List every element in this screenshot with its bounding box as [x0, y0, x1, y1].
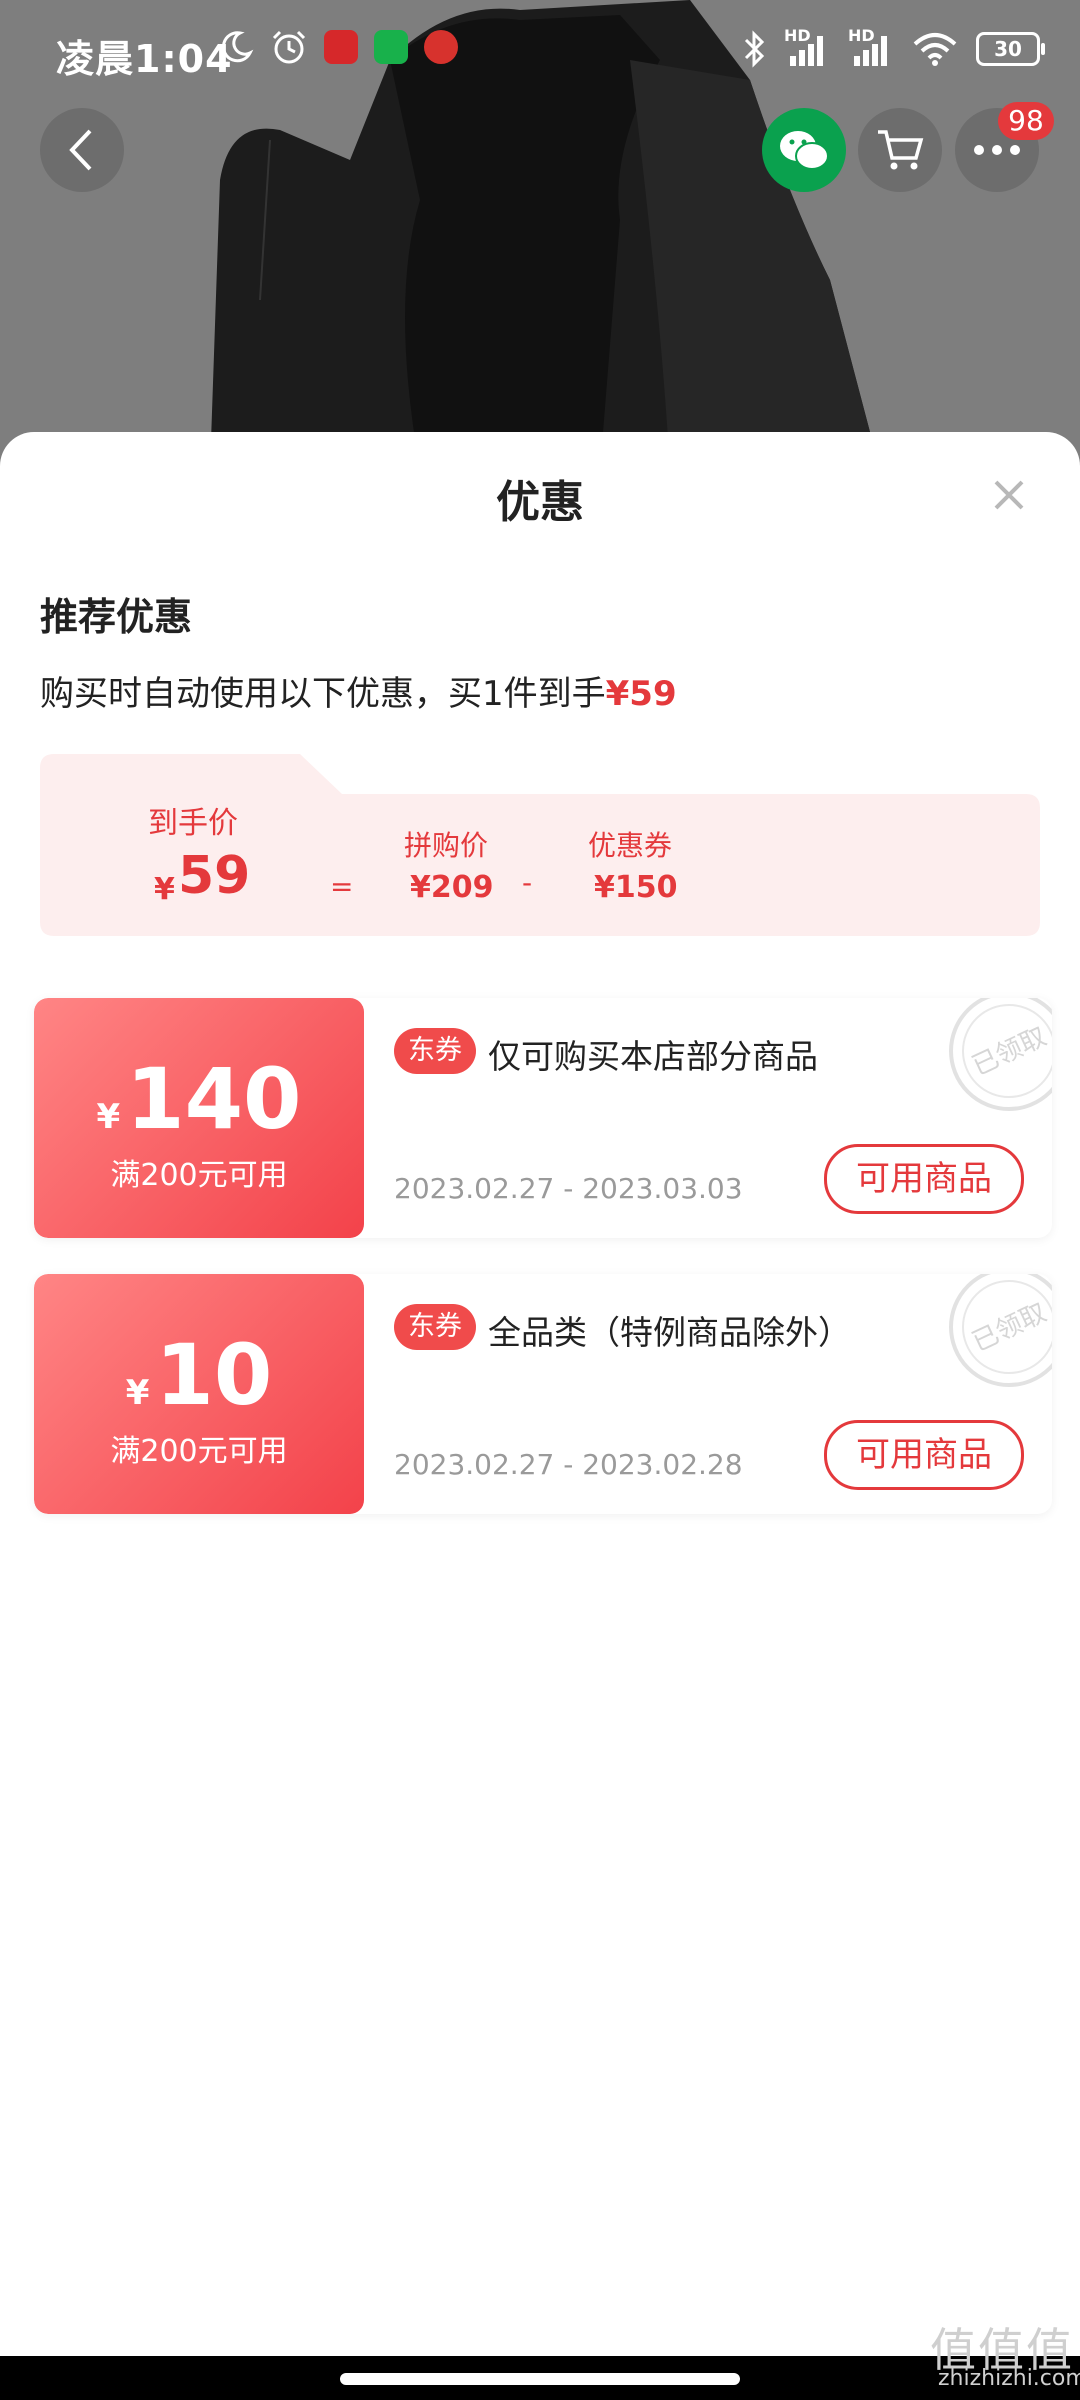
coupon-tag: 东券 — [394, 1028, 476, 1074]
cart-button[interactable] — [858, 108, 942, 192]
coupon-label: 优惠券 — [588, 829, 673, 862]
coupon-date: 2023.02.27 - 2023.03.03 — [394, 1172, 743, 1205]
cart-count-badge: 98 — [998, 102, 1054, 140]
coupon-value-panel: ¥10 满200元可用 — [34, 1274, 364, 1514]
coupon-amount: ¥10 — [34, 1326, 364, 1424]
netease-music-icon — [424, 30, 458, 64]
more-dots-icon — [974, 145, 1020, 155]
section-description: 购买时自动使用以下优惠，买1件到手¥59 — [40, 666, 677, 715]
coupon-card[interactable]: ¥140 满200元可用 东券 仅可购买本店部分商品 2023.02.27 - … — [34, 998, 1052, 1238]
claimed-stamp-text: 已领取 — [968, 1298, 1051, 1358]
claimed-stamp-text: 已领取 — [968, 1022, 1051, 1082]
close-icon[interactable] — [990, 476, 1028, 514]
price-breakdown: 到手价 ¥ 59 = 拼购价 ¥209 - 优惠券 ¥150 — [40, 754, 1040, 936]
chevron-left-icon — [69, 129, 92, 171]
coupon-card[interactable]: ¥10 满200元可用 东券 全品类（特例商品除外） 2023.02.27 - … — [34, 1274, 1052, 1514]
final-price-yen: ¥ — [154, 872, 175, 907]
coupon-amount-value: 140 — [126, 1050, 302, 1148]
status-time: 凌晨1:04 — [56, 37, 233, 81]
signal-2-icon: HD — [848, 26, 894, 68]
coupon-amount-value: 10 — [155, 1326, 273, 1424]
coupon-value: ¥150 — [594, 870, 678, 905]
coupon-yen: ¥ — [96, 1097, 121, 1137]
coupon-condition: 满200元可用 — [110, 1434, 288, 1469]
status-bar: 凌晨1:04 HD HD 30 — [0, 0, 1080, 100]
cart-icon — [878, 130, 924, 170]
available-products-button[interactable]: 可用商品 — [824, 1144, 1024, 1214]
coupon-tag: 东券 — [394, 1304, 476, 1350]
minus-sign: - — [522, 866, 533, 899]
group-price-label: 拼购价 — [404, 829, 489, 862]
status-notification-icons — [218, 28, 458, 66]
claimed-stamp-icon: 已领取 — [949, 1274, 1052, 1387]
coupon-yen: ¥ — [125, 1373, 150, 1413]
coupon-amount: ¥140 — [34, 1050, 364, 1148]
home-indicator[interactable] — [340, 2373, 740, 2385]
wechat-app-icon — [374, 30, 408, 64]
section-title: 推荐优惠 — [40, 595, 193, 639]
group-price-value: ¥209 — [410, 870, 494, 905]
signal-1-icon: HD — [784, 26, 830, 68]
final-price-value: 59 — [178, 846, 251, 906]
back-button[interactable] — [40, 108, 124, 192]
coupon-value-panel: ¥140 满200元可用 — [34, 998, 364, 1238]
description-text: 购买时自动使用以下优惠，买1件到手 — [40, 674, 606, 714]
final-price-label: 到手价 — [148, 806, 238, 841]
bluetooth-icon — [744, 30, 765, 68]
discount-sheet: 优惠 推荐优惠 购买时自动使用以下优惠，买1件到手¥59 到手价 ¥ 59 = … — [0, 432, 1080, 2400]
status-right-icons: HD HD 30 — [742, 26, 1045, 68]
coupon-description: 仅可购买本店部分商品 — [488, 1037, 818, 1076]
battery-indicator: 30 — [976, 32, 1045, 66]
coupon-description: 全品类（特例商品除外） — [488, 1313, 851, 1352]
wifi-icon — [913, 33, 957, 66]
available-products-button[interactable]: 可用商品 — [824, 1420, 1024, 1490]
sheet-title: 优惠 — [496, 477, 584, 528]
alarm-icon — [272, 30, 306, 64]
breakdown-background — [40, 754, 1040, 936]
moon-icon — [221, 31, 254, 63]
wechat-icon — [780, 131, 829, 170]
coupon-date: 2023.02.27 - 2023.02.28 — [394, 1448, 743, 1481]
jd-app-icon — [324, 30, 358, 64]
equals-sign: = — [330, 870, 354, 903]
description-price: ¥59 — [605, 674, 677, 714]
wechat-share-button[interactable] — [762, 108, 846, 192]
watermark-site: zhizhizhi.com — [938, 2366, 1080, 2391]
claimed-stamp-icon: 已领取 — [949, 998, 1052, 1111]
coupon-condition: 满200元可用 — [110, 1158, 288, 1193]
